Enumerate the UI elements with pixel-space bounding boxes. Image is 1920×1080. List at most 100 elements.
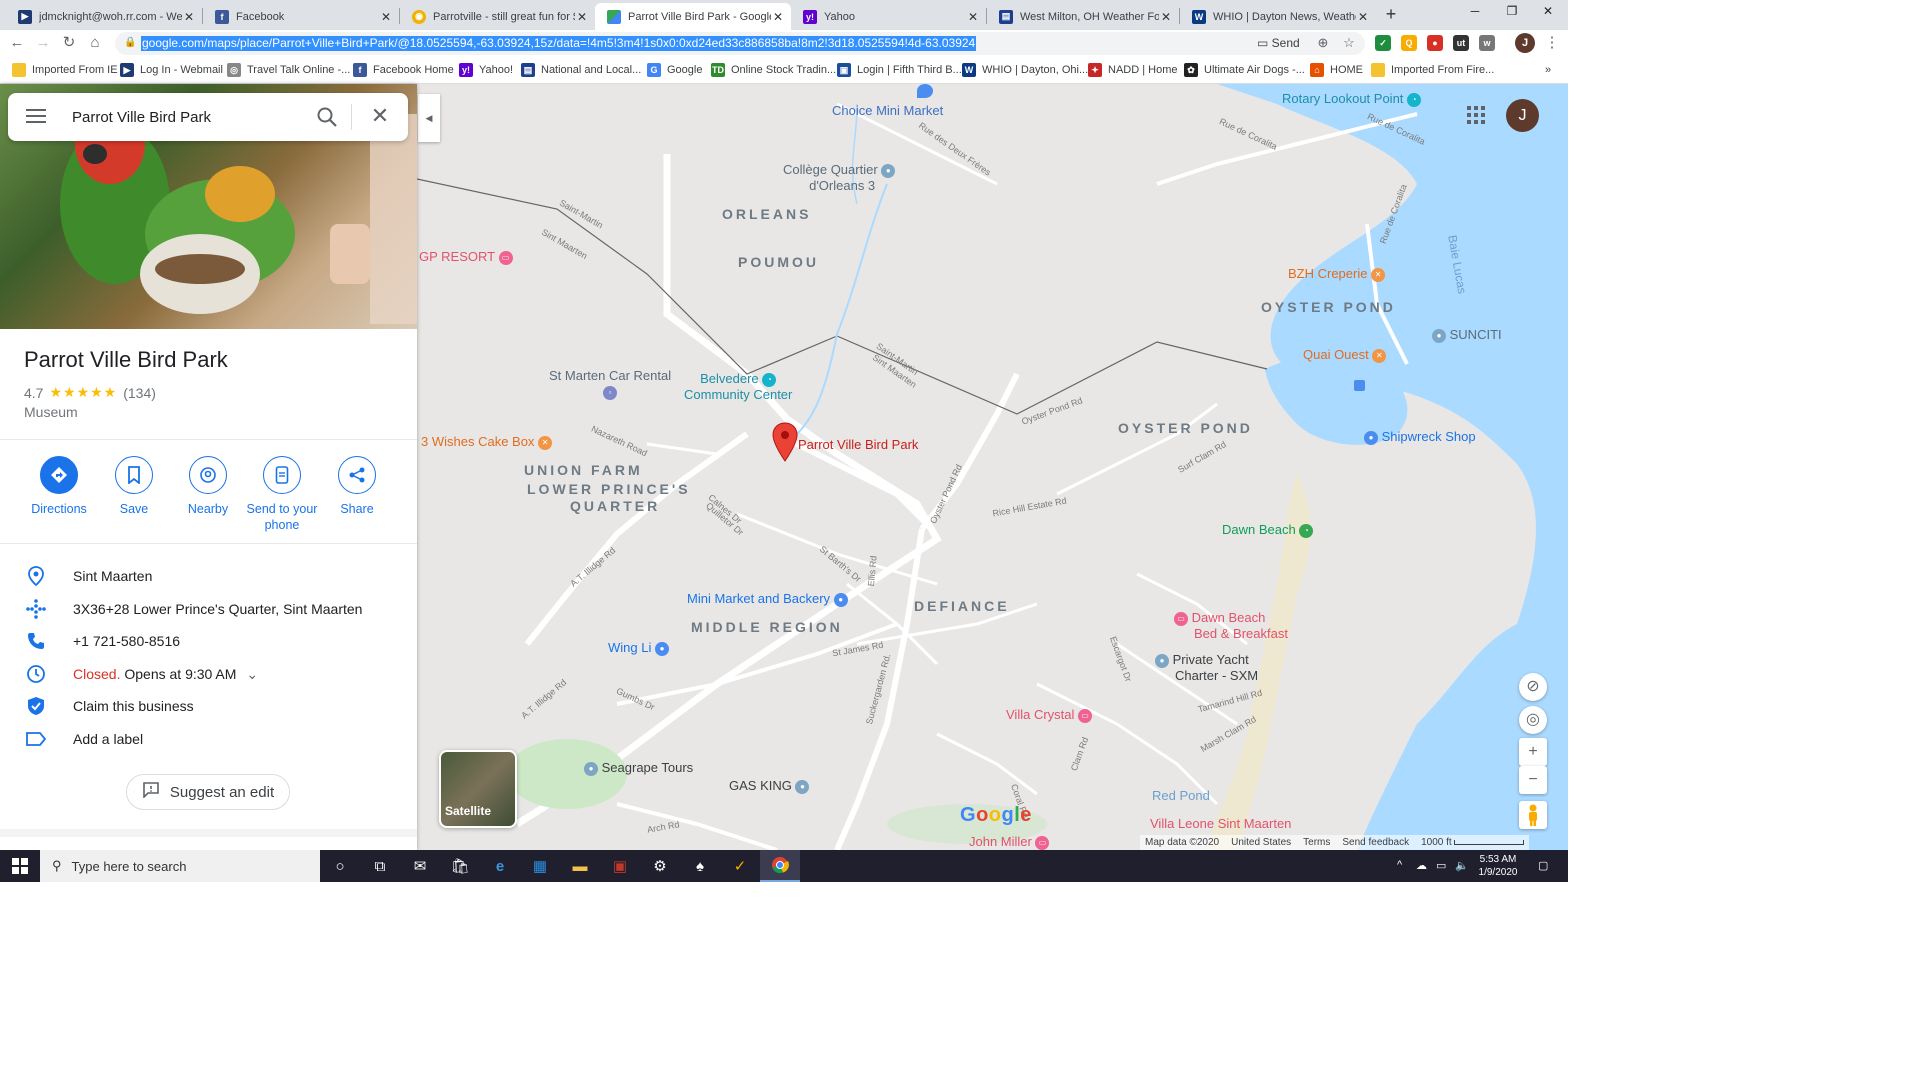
address-bar[interactable]: 🔒 google.com/maps/place/Parrot+Ville+Bir…: [115, 32, 1365, 55]
search-icon[interactable]: [316, 106, 338, 128]
cortana-icon[interactable]: ○: [320, 850, 360, 882]
poi-gas-king[interactable]: GAS KING ●: [729, 778, 810, 794]
poi-sunciti[interactable]: ● SUNCITI: [1432, 327, 1502, 343]
info-row-plus-code[interactable]: 3X36+28 Lower Prince's Quarter, Sint Maa…: [0, 593, 417, 625]
selected-place-pin-icon[interactable]: [772, 422, 798, 462]
search-input[interactable]: [72, 106, 292, 128]
reload-icon[interactable]: ↻: [59, 33, 79, 53]
terms-link[interactable]: Terms: [1303, 837, 1330, 848]
poi-parrot-ville-label[interactable]: Parrot Ville Bird Park: [798, 437, 918, 452]
info-row-location[interactable]: Sint Maarten: [0, 560, 417, 592]
poi-bzh-creperie[interactable]: BZH Creperie ✕: [1288, 266, 1386, 282]
windows-start-button[interactable]: [0, 850, 40, 882]
calculator-icon[interactable]: ▦: [520, 850, 560, 882]
mail-icon[interactable]: ✉: [400, 850, 440, 882]
system-clock[interactable]: 5:53 AM 1/9/2020: [1478, 853, 1518, 879]
bookmark-national-local[interactable]: ▤ National and Local...: [521, 62, 641, 78]
close-tab-icon[interactable]: ✕: [182, 10, 196, 24]
minimize-button[interactable]: ─: [1455, 4, 1495, 24]
task-view-icon[interactable]: ⧉: [360, 850, 400, 882]
place-photo[interactable]: ✕: [0, 84, 417, 329]
bookmark-fifth-third[interactable]: ▣ Login | Fifth Third B...: [837, 62, 962, 78]
tab-yahoo[interactable]: y! Yahoo ✕: [791, 3, 986, 30]
poi-rotary-lookout[interactable]: Rotary Lookout Point ◔: [1282, 91, 1422, 107]
extension-w-icon[interactable]: w: [1479, 35, 1495, 51]
profile-avatar-icon[interactable]: J: [1515, 33, 1535, 53]
poi-car-rental[interactable]: St Marten Car Rental ▫: [549, 368, 671, 400]
suggest-edit-button[interactable]: Suggest an edit: [126, 774, 290, 810]
collapse-panel-button[interactable]: ◀: [418, 94, 440, 142]
solitaire-icon[interactable]: ♠: [680, 850, 720, 882]
poi-villa-leone[interactable]: Villa Leone Sint Maarten: [1150, 816, 1291, 831]
info-row-hours[interactable]: Closed. Opens at 9:30 AM ⌄: [0, 658, 417, 690]
my-location-icon[interactable]: ◎: [1519, 706, 1547, 734]
country-link[interactable]: United States: [1231, 837, 1291, 848]
volume-icon[interactable]: 🔈: [1455, 859, 1469, 872]
send-to-device-button[interactable]: ▭ Send: [1257, 36, 1300, 50]
info-row-claim[interactable]: Claim this business: [0, 690, 417, 722]
info-row-phone[interactable]: +1 721-580-8516: [0, 625, 417, 657]
apps-grid-icon[interactable]: [1465, 104, 1487, 126]
bookmark-yahoo[interactable]: y! Yahoo!: [459, 62, 513, 78]
close-tab-icon[interactable]: ✕: [1356, 10, 1370, 24]
pegman-icon[interactable]: [1519, 801, 1547, 829]
extension-adblock-icon[interactable]: ●: [1427, 35, 1443, 51]
close-tab-icon[interactable]: ✕: [966, 10, 980, 24]
tab-google-maps[interactable]: Parrot Ville Bird Park - Google M ✕: [595, 3, 791, 30]
poi-shipwreck-shop[interactable]: ● Shipwreck Shop: [1364, 429, 1476, 445]
poi-choice-mini-market[interactable]: Choice Mini Market: [832, 103, 943, 118]
scale-bar[interactable]: 1000 ft: [1421, 837, 1525, 848]
close-tab-icon[interactable]: ✕: [379, 10, 393, 24]
tray-overflow-icon[interactable]: ^: [1397, 859, 1402, 871]
tab-webmail[interactable]: ▶ jdmcknight@woh.rr.com - Webm ✕: [6, 3, 202, 30]
clear-search-icon[interactable]: ✕: [370, 105, 390, 127]
close-tab-icon[interactable]: ✕: [575, 10, 589, 24]
app-icon[interactable]: ▣: [600, 850, 640, 882]
poi-quai-ouest[interactable]: Quai Ouest ✕: [1303, 347, 1387, 363]
account-avatar[interactable]: J: [1506, 99, 1539, 132]
bookmark-facebook[interactable]: f Facebook Home: [353, 62, 454, 78]
maximize-button[interactable]: ❐: [1492, 4, 1532, 24]
marina-icon[interactable]: [1354, 380, 1365, 391]
taskbar-search[interactable]: ⚲ Type here to search: [40, 850, 320, 882]
forward-arrow-icon[interactable]: →: [33, 33, 53, 53]
chrome-icon[interactable]: [760, 850, 800, 882]
poi-john-miller[interactable]: John Miller ▭: [969, 834, 1050, 850]
bookmark-webmail[interactable]: ▶ Log In - Webmail: [120, 62, 223, 78]
bookmark-air-dogs[interactable]: ✿ Ultimate Air Dogs -...: [1184, 62, 1305, 78]
edge-icon[interactable]: e: [480, 850, 520, 882]
directions-button[interactable]: Directions: [19, 456, 99, 517]
file-explorer-icon[interactable]: ▬: [560, 850, 600, 882]
save-button[interactable]: Save: [94, 456, 174, 517]
bookmarks-overflow-button[interactable]: »: [1545, 62, 1551, 78]
place-category[interactable]: Museum: [24, 404, 78, 420]
bookmark-imported-firefox[interactable]: Imported From Fire...: [1371, 62, 1494, 78]
tab-parrotville-review[interactable]: ◉ Parrotville - still great fun for $10 …: [400, 3, 595, 30]
home-icon[interactable]: ⌂: [85, 33, 105, 53]
store-icon[interactable]: 🛍: [440, 850, 480, 882]
shopping-pin-icon[interactable]: [917, 84, 933, 98]
tab-facebook[interactable]: f Facebook ✕: [203, 3, 399, 30]
bookmark-home[interactable]: ⌂ HOME: [1310, 62, 1363, 78]
bookmark-travel-talk[interactable]: ◎ Travel Talk Online -...: [227, 62, 350, 78]
poi-gp-resort[interactable]: GP RESORT ▭: [419, 249, 513, 265]
bookmark-star-icon[interactable]: ☆: [1341, 35, 1357, 51]
send-to-phone-button[interactable]: Send to your phone: [242, 456, 322, 533]
poi-wing-li[interactable]: Wing Li ●: [608, 640, 669, 656]
kebab-menu-icon[interactable]: ⋮: [1542, 33, 1562, 53]
hide-imagery-icon[interactable]: ⊘: [1519, 673, 1547, 701]
extension-check-icon[interactable]: ✓: [1375, 35, 1391, 51]
notification-center-icon[interactable]: ▢: [1538, 859, 1548, 872]
map-canvas[interactable]: ORLEANS POUMOU OYSTER POND OYSTER POND U…: [417, 84, 1568, 850]
zoom-out-button[interactable]: −: [1519, 766, 1547, 794]
bookmark-stock-trading[interactable]: TD Online Stock Tradin...: [711, 62, 836, 78]
bookmark-imported-ie[interactable]: Imported From IE: [12, 62, 118, 78]
tab-whio[interactable]: W WHIO | Dayton News, Weather & ✕: [1180, 3, 1376, 30]
nearby-button[interactable]: Nearby: [168, 456, 248, 517]
poi-college[interactable]: Collège Quartier ● d'Orleans 3: [783, 162, 896, 193]
poi-villa-crystal[interactable]: Villa Crystal ▭: [1006, 707, 1093, 723]
zoom-in-button[interactable]: +: [1519, 738, 1547, 766]
url-text[interactable]: google.com/maps/place/Parrot+Ville+Bird+…: [141, 36, 977, 51]
bookmark-whio[interactable]: W WHIO | Dayton, Ohi...: [962, 62, 1088, 78]
bookmark-nadd[interactable]: ✦ NADD | Home: [1088, 62, 1177, 78]
